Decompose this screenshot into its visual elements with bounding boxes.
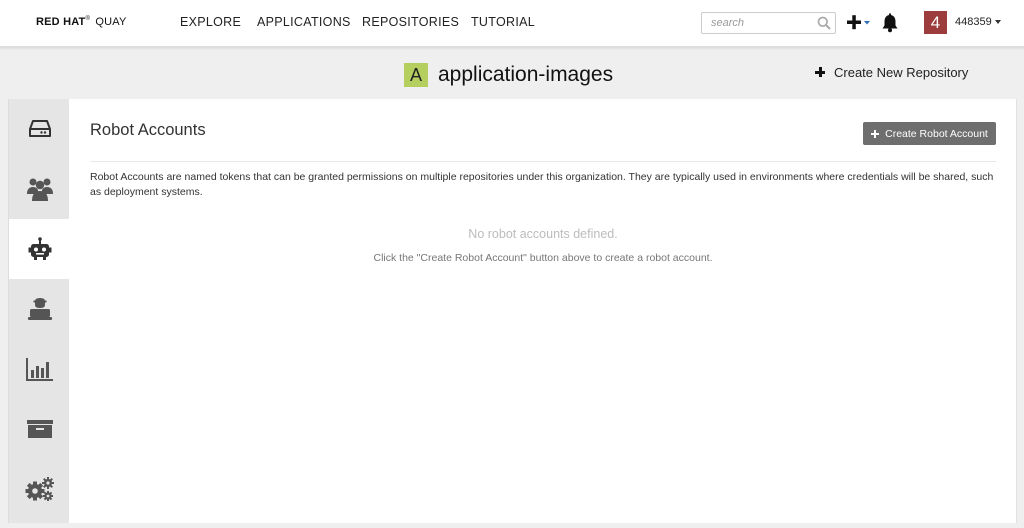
nav-tutorial[interactable]: TUTORIAL — [471, 15, 535, 29]
create-robot-account-label: Create Robot Account — [885, 127, 988, 140]
caret-down-icon — [994, 20, 1001, 25]
notifications-button[interactable] — [879, 12, 901, 34]
robot-accounts-panel: Robot Accounts Create Robot Account Robo… — [69, 99, 1017, 523]
org-title: application-images — [438, 63, 614, 86]
red-hat-quay-logo[interactable]: RED HAT® QUAY — [36, 16, 127, 28]
plus-icon — [871, 129, 880, 138]
tab-teams[interactable] — [9, 159, 70, 219]
search-box — [701, 12, 836, 34]
user-menu[interactable]: 448359 — [955, 16, 1001, 28]
username-label: 448359 — [955, 16, 992, 28]
create-robot-account-button[interactable]: Create Robot Account — [863, 122, 996, 145]
search-icon[interactable] — [817, 16, 831, 30]
empty-state-title: No robot accounts defined. — [468, 227, 618, 241]
page-title: Robot Accounts — [90, 121, 206, 139]
nav-explore[interactable]: EXPLORE — [180, 15, 241, 29]
search-input[interactable] — [702, 13, 814, 33]
brand-red-hat: RED HAT — [36, 16, 86, 28]
empty-state-hint: Click the "Create Robot Account" button … — [373, 252, 713, 264]
nav-applications[interactable]: APPLICATIONS — [257, 15, 351, 29]
brand-trademark: ® — [85, 16, 91, 22]
org-sidebar — [8, 99, 70, 523]
plus-icon — [847, 15, 870, 30]
robot-icon — [28, 237, 51, 260]
tab-robot-accounts[interactable] — [9, 219, 70, 279]
repositories-icon — [28, 120, 51, 137]
applications-icon — [26, 420, 53, 438]
nav-repositories[interactable]: REPOSITORIES — [362, 15, 459, 29]
robot-accounts-description: Robot Accounts are named tokens that can… — [90, 171, 994, 198]
tab-default-permissions[interactable] — [9, 279, 70, 339]
top-navbar: RED HAT® QUAY EXPLORE APPLICATIONS REPOS… — [0, 0, 1024, 47]
brand-quay: QUAY — [95, 16, 127, 28]
create-repo-label: Create New Repository — [834, 65, 969, 80]
default-permissions-icon — [27, 298, 52, 320]
create-menu-button[interactable] — [846, 13, 874, 33]
tab-settings[interactable] — [9, 459, 70, 519]
tab-usage-logs[interactable] — [9, 339, 70, 399]
divider — [90, 161, 996, 162]
plus-icon — [815, 67, 825, 77]
usage-logs-icon — [25, 358, 53, 381]
settings-icon — [25, 477, 54, 501]
org-avatar: A — [404, 63, 428, 87]
create-new-repository-link[interactable]: Create New Repository — [815, 65, 968, 80]
tab-applications[interactable] — [9, 399, 70, 459]
notification-count-badge[interactable]: 4 — [924, 11, 947, 34]
tab-repositories[interactable] — [9, 99, 70, 159]
bell-icon — [882, 13, 898, 33]
teams-icon — [26, 178, 53, 201]
